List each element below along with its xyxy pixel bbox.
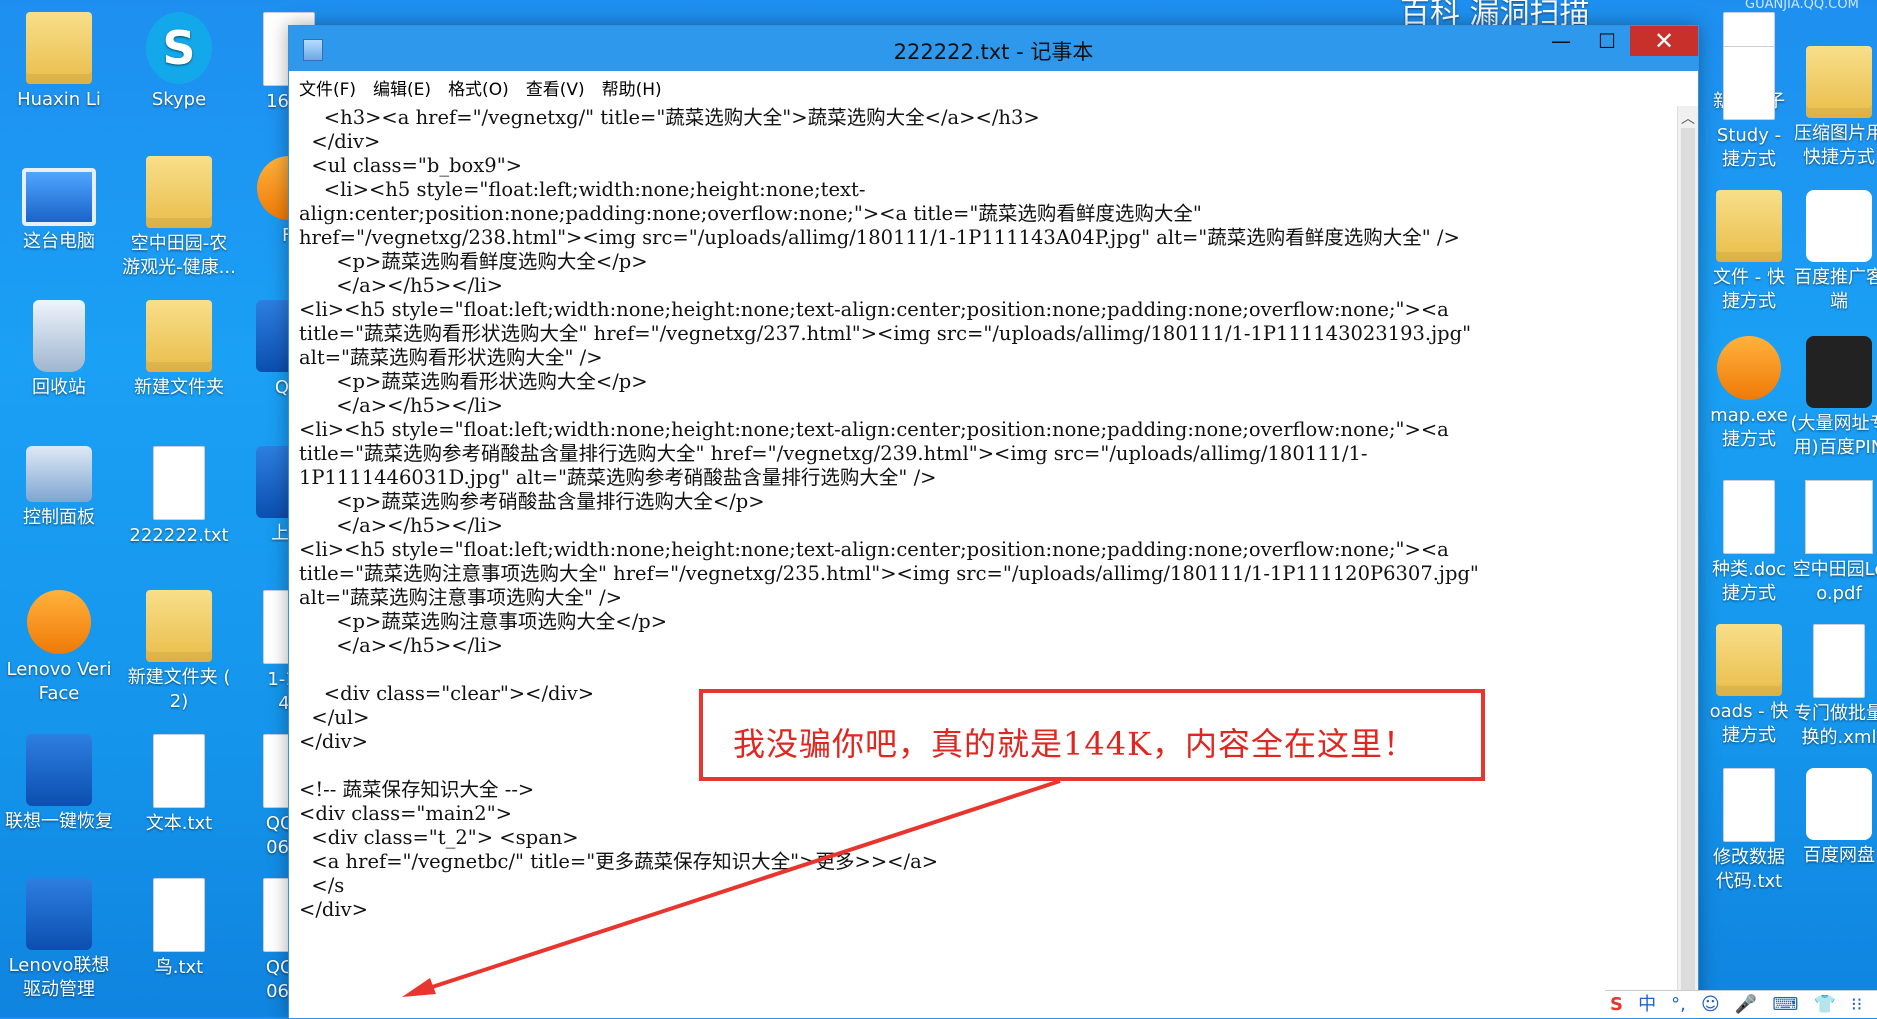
desktop-icon-r-4[interactable]: 百度推广客 端 <box>1780 190 1877 314</box>
desktop-icon-label: 新建文件夹 ( 2) <box>127 667 231 712</box>
desktop-icon-r-2[interactable]: 压缩图片用 快捷方式 <box>1780 46 1877 170</box>
desktop-icon-l-16[interactable]: 文本.txt <box>120 734 238 836</box>
compress-icon <box>1806 46 1872 118</box>
folder-icon <box>146 156 212 228</box>
desktop-icon-label: Lenovo联想 驱动管理 <box>8 955 110 1000</box>
menu-format[interactable]: 格式(O) <box>438 71 516 100</box>
desktop-icon-label: 这台电脑 <box>23 231 95 252</box>
tools-icon[interactable]: ⁝⁝ <box>1846 991 1867 1018</box>
desktop-icon-label: 222222.txt <box>129 525 229 546</box>
desktop-icon-l-13[interactable]: 新建文件夹 ( 2) <box>120 590 238 714</box>
desktop-icon-label: Lenovo Veri Face <box>6 659 112 704</box>
annotation-text: 我没骗你吧，真的就是144K，内容全在这里！ <box>733 725 1416 763</box>
desktop-icon-l-4[interactable]: 空中田园-农 游观光-健康... <box>120 156 238 280</box>
watermark: GUANJIA.QQ.COM <box>1745 0 1859 12</box>
menu-edit[interactable]: 编辑(E) <box>363 71 438 100</box>
desktop-icon-l-10[interactable]: 222222.txt <box>120 446 238 548</box>
desktop-icon-label: 新建文件夹 <box>134 377 224 398</box>
desktop-icon-l-9[interactable]: 控制面板 <box>0 446 118 530</box>
ime-tray: S 中 °, ☺ 🎤 ⌨ 👕 ⁝⁝ <box>1605 990 1877 1018</box>
desktop-icon-label: 专门做批量 换的.xml <box>1794 703 1877 748</box>
menu-bar: 文件(F) 编辑(E) 格式(O) 查看(V) 帮助(H) <box>289 71 1698 101</box>
desktop-icon-label: 鸟.txt <box>154 957 204 978</box>
pdf-icon <box>1805 480 1873 554</box>
scroll-up-icon[interactable]: ︿ <box>1678 108 1698 128</box>
minimize-button[interactable]: — <box>1538 26 1584 56</box>
driver-manager-icon <box>26 878 92 950</box>
vertical-scrollbar[interactable]: ︿ <box>1677 106 1698 1018</box>
annotation-box: 我没骗你吧，真的就是144K，内容全在这里！ <box>699 689 1485 781</box>
notepad-window[interactable]: 222222.txt - 记事本 — ☐ ✕ 文件(F) 编辑(E) 格式(O) 查看… <box>288 25 1699 1019</box>
desktop-icon-r-12[interactable]: 百度网盘 <box>1780 768 1877 868</box>
baidu-promo-icon <box>1806 190 1872 262</box>
desktop-icon-label: 联想一键恢复 <box>5 811 113 832</box>
user-folder-icon <box>26 12 92 84</box>
desktop-icon-label: Huaxin Li <box>17 89 101 110</box>
text-file-icon <box>153 446 205 520</box>
text-file-icon <box>153 734 205 808</box>
word-doc-icon <box>1723 480 1775 554</box>
scrollbar-thumb[interactable] <box>1681 128 1695 1008</box>
desktop-icon-label: 控制面板 <box>23 507 95 528</box>
desktop-icon-label: 文本.txt <box>145 813 213 834</box>
folder-icon <box>1716 190 1782 262</box>
this-pc-icon <box>22 168 96 226</box>
punctuation-icon[interactable]: °, <box>1666 991 1691 1018</box>
desktop-icon-l-1[interactable]: S Skype <box>120 12 238 112</box>
desktop-icon-label: (大量网址专 用)百度PIN <box>1790 413 1877 458</box>
desktop-icon-l-18[interactable]: Lenovo联想 驱动管理 <box>0 878 118 1002</box>
desktop-icon-r-8[interactable]: 空中田园Lo o.pdf <box>1780 480 1877 606</box>
skin-icon[interactable]: 👕 <box>1808 991 1840 1018</box>
ime-mode[interactable]: 中 <box>1633 991 1661 1018</box>
desktop-icon-r-6[interactable]: (大量网址专 用)百度PIN <box>1780 336 1877 460</box>
baidu-netdisk-icon <box>1806 768 1872 840</box>
folder-icon <box>1716 624 1782 696</box>
desktop-icon-l-7[interactable]: 新建文件夹 <box>120 300 238 400</box>
desktop-icon-label: 回收站 <box>32 377 86 398</box>
menu-help[interactable]: 帮助(H) <box>592 71 669 100</box>
desktop-icon-label: 压缩图片用 快捷方式 <box>1794 123 1877 168</box>
desktop-icon-label: 百度推广客 端 <box>1794 267 1877 312</box>
desktop-icon-label: 空中田园-农 游观光-健康... <box>122 233 236 278</box>
desktop-icon-label: Skype <box>151 89 207 110</box>
sogou-icon[interactable]: S <box>1605 991 1628 1018</box>
folder-icon <box>146 300 212 372</box>
desktop-icon-l-15[interactable]: 联想一键恢复 <box>0 734 118 834</box>
emoji-icon[interactable]: ☺ <box>1696 991 1725 1018</box>
desktop-icon-l-6[interactable]: 回收站 <box>0 300 118 400</box>
menu-view[interactable]: 查看(V) <box>516 71 592 100</box>
editor-content[interactable]: <h3><a href="/vegnetxg/" title="蔬菜选购大全">… <box>299 106 1679 922</box>
desktop-icon-l-0[interactable]: Huaxin Li <box>0 12 118 112</box>
desktop-icon-l-12[interactable]: Lenovo Veri Face <box>0 590 118 706</box>
map-exe-icon <box>1717 336 1781 400</box>
text-file-icon <box>153 878 205 952</box>
voice-icon[interactable]: 🎤 <box>1730 991 1762 1018</box>
desktop-icon-label: 空中田园Lo o.pdf <box>1792 559 1877 604</box>
recovery-icon <box>26 734 92 806</box>
lenovo-face-icon <box>27 590 91 654</box>
baidu-pin-icon <box>1806 336 1872 408</box>
text-editor[interactable]: <h3><a href="/vegnetxg/" title="蔬菜选购大全">… <box>299 106 1679 1016</box>
recycle-bin-icon <box>33 300 85 372</box>
xml-file-icon <box>1813 624 1865 698</box>
window-title: 222222.txt - 记事本 <box>893 40 1094 64</box>
desktop-icon-r-10[interactable]: 专门做批量 换的.xml <box>1780 624 1877 750</box>
title-bar[interactable]: 222222.txt - 记事本 — ☐ ✕ <box>289 26 1698 71</box>
desktop-icon-l-3[interactable]: 这台电脑 <box>0 156 118 254</box>
menu-file[interactable]: 文件(F) <box>289 71 363 100</box>
folder-icon <box>146 590 212 662</box>
skype-icon: S <box>146 12 212 84</box>
control-panel-icon <box>26 446 92 502</box>
maximize-button[interactable]: ☐ <box>1584 26 1630 56</box>
folder-icon <box>1723 46 1775 120</box>
text-file-icon <box>1723 768 1775 842</box>
close-button[interactable]: ✕ <box>1630 26 1698 56</box>
desktop-icon-label: 百度网盘 <box>1803 845 1875 866</box>
desktop-icon-l-19[interactable]: 鸟.txt <box>120 878 238 980</box>
keyboard-icon[interactable]: ⌨ <box>1767 991 1803 1018</box>
